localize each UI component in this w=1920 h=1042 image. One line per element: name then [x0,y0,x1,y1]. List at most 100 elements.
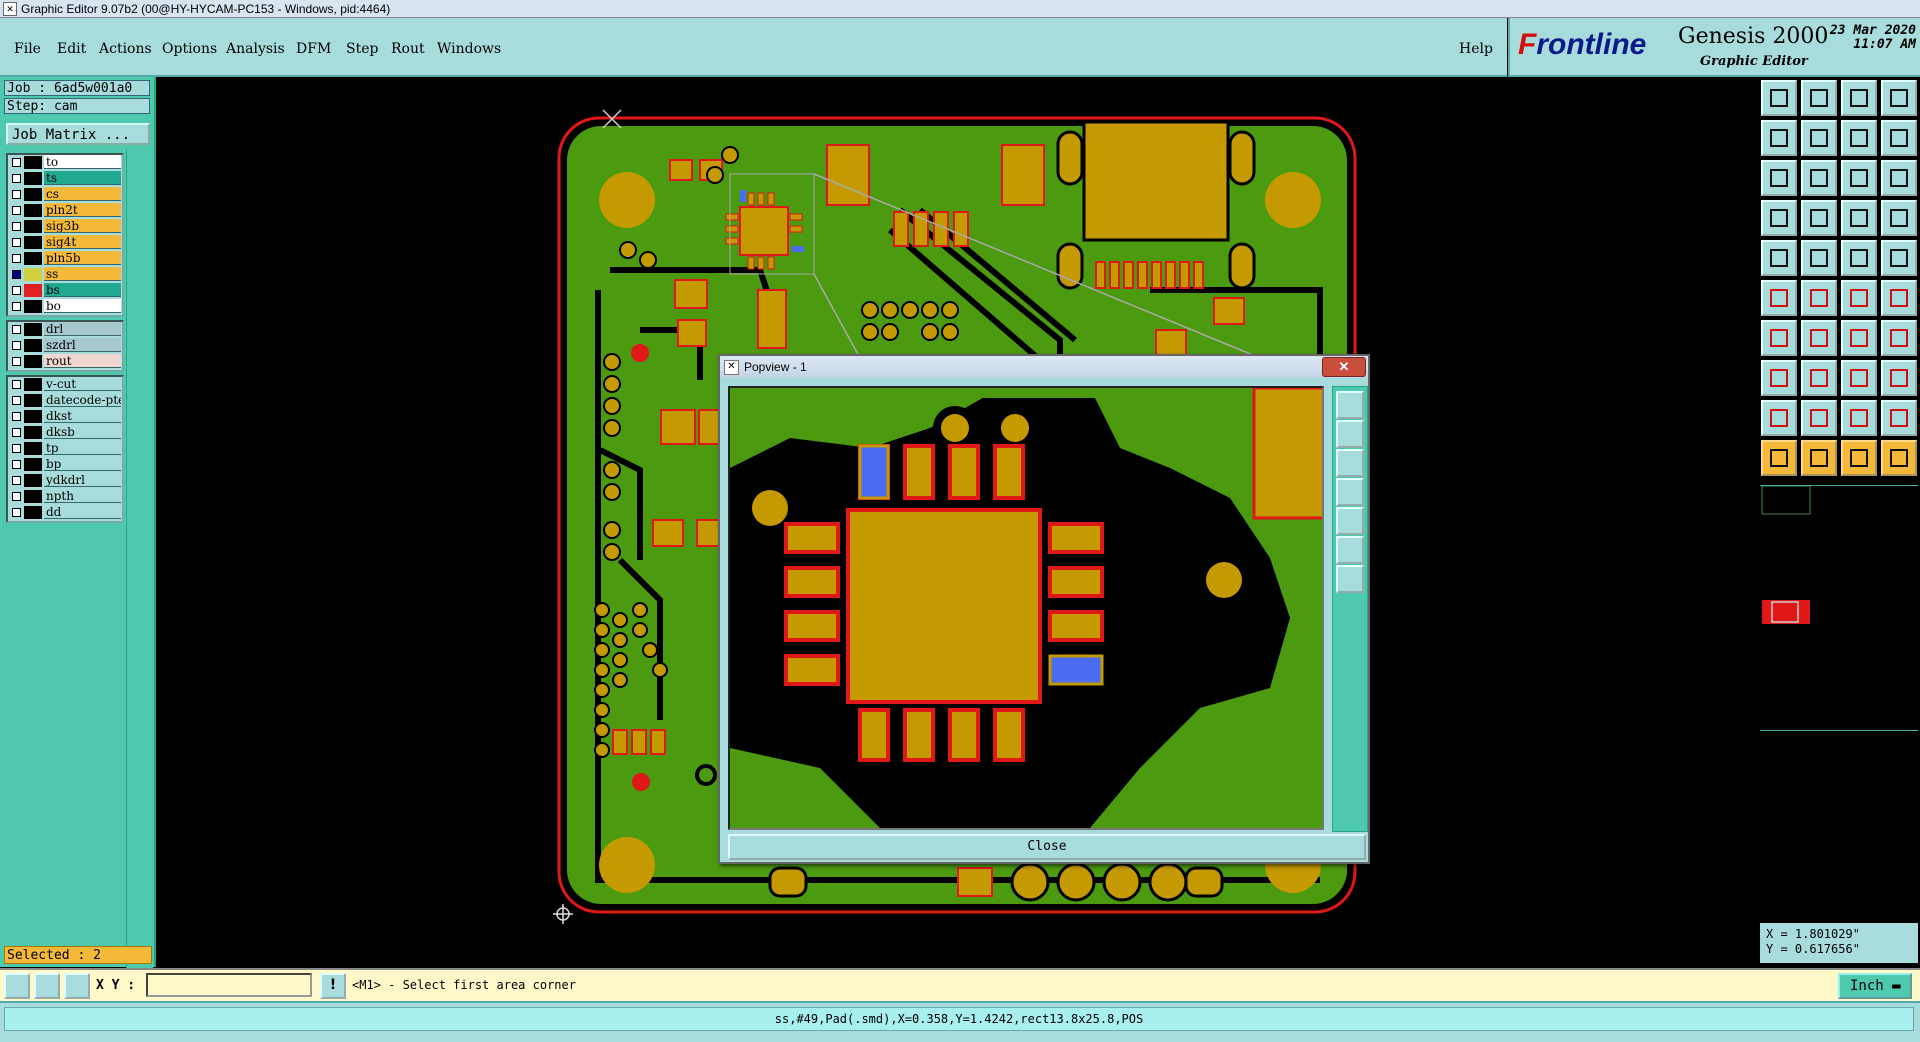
zoom-fit-icon[interactable] [1761,160,1797,196]
rotate-icon[interactable] [1841,320,1877,356]
xy-input[interactable] [146,973,312,997]
layer-name[interactable]: dksb [44,425,121,439]
layer-affected-swatch[interactable] [24,268,42,281]
layer-affected-swatch[interactable] [24,474,42,487]
layer-row-ydkdrl[interactable]: ydkdrl [8,473,122,489]
pan-left-icon[interactable] [1336,478,1364,506]
popview-close-button[interactable]: Close [728,834,1366,860]
layer-affected-swatch[interactable] [24,355,42,368]
layer-row-bs[interactable]: bs [8,283,122,299]
select-net-icon[interactable] [1801,440,1837,476]
layer-out-icon[interactable] [1801,120,1837,156]
pan-down-icon[interactable] [1336,449,1364,477]
layer-name[interactable]: dd [44,505,121,519]
layer-name[interactable]: sig4t [44,235,121,249]
help-icon[interactable] [1881,160,1917,196]
layer-checkbox[interactable] [12,341,21,350]
layer-row-datecode-pte[interactable]: datecode-pte [8,393,122,409]
menu-file[interactable]: File [14,41,41,57]
copy-icon[interactable] [1841,280,1877,316]
layer-affected-swatch[interactable] [24,172,42,185]
select-icon[interactable] [1761,440,1797,476]
pattern-icon[interactable] [1881,320,1917,356]
layer-name[interactable]: cs [44,187,121,201]
snap-mode-icon[interactable] [4,973,30,999]
triangle-icon[interactable] [1761,400,1797,436]
layer-row-npth[interactable]: npth [8,489,122,505]
layer-checkbox[interactable] [12,412,21,421]
layer-row-drl[interactable]: drl [8,322,122,338]
layer-row-v-cut[interactable]: v-cut [8,377,122,393]
open-step-icon[interactable] [1761,80,1797,116]
popview-title-bar[interactable]: ✕ Popview - 1 ✕ [720,356,1368,378]
menu-dfm[interactable]: DFM [296,41,331,57]
resize-icon[interactable] [1841,360,1877,396]
layer-affected-swatch[interactable] [24,490,42,503]
scale-icon[interactable] [1841,160,1877,196]
popview-close-icon[interactable]: ✕ [1322,357,1366,377]
layer-name[interactable]: dkst [44,409,121,423]
layer-name[interactable]: to [44,155,121,169]
layer-name[interactable]: pln2t [44,203,121,217]
layer-checkbox[interactable] [12,158,21,167]
layer-affected-swatch[interactable] [24,339,42,352]
polygon-icon[interactable] [1801,400,1837,436]
layer-checkbox[interactable] [12,428,21,437]
layer-name[interactable]: sig3b [44,219,121,233]
layer-checkbox[interactable] [12,325,21,334]
layer-name[interactable]: bo [44,299,121,313]
layer-affected-swatch[interactable] [24,442,42,455]
pad-icon[interactable] [1881,240,1917,276]
layer-affected-swatch[interactable] [24,204,42,217]
delete-icon[interactable] [1801,280,1837,316]
menu-options[interactable]: Options [162,41,217,57]
layer-affected-swatch[interactable] [24,252,42,265]
layer-row-ss[interactable]: ss [8,267,122,283]
mirror-icon[interactable] [1881,280,1917,316]
layer-name[interactable]: pln5b [44,251,121,265]
popview-drawing[interactable] [730,388,1322,828]
layer-name[interactable]: npth [44,489,121,503]
home-icon[interactable] [1841,80,1877,116]
layer-row-pln5b[interactable]: pln5b [8,251,122,267]
layer-affected-swatch[interactable] [24,506,42,519]
layer-name[interactable]: v-cut [44,377,121,391]
layer-checkbox[interactable] [12,380,21,389]
measure-mode-icon[interactable] [34,973,60,999]
layer-row-pln2t[interactable]: pln2t [8,203,122,219]
alert-icon[interactable]: ! [320,973,346,999]
layer-affected-swatch[interactable] [24,458,42,471]
popview-canvas[interactable] [728,386,1324,830]
pan-up-icon[interactable] [1336,420,1364,448]
layer-checkbox[interactable] [12,302,21,311]
layer-name[interactable]: szdrl [44,338,121,352]
ruler-icon[interactable] [1841,240,1877,276]
grid-mode-icon[interactable] [64,973,90,999]
window-icon[interactable] [1881,80,1917,116]
layer-affected-swatch[interactable] [24,426,42,439]
menu-analysis[interactable]: Analysis [226,41,285,57]
menu-edit[interactable]: Edit [57,41,86,57]
move-icon[interactable] [1761,280,1797,316]
layer-checkbox[interactable] [12,476,21,485]
layer-checkbox[interactable] [12,222,21,231]
save-icon[interactable] [1801,80,1837,116]
layer-name[interactable]: drl [44,322,121,336]
arc-icon[interactable] [1801,320,1837,356]
layer-affected-swatch[interactable] [24,156,42,169]
select-zone-icon[interactable] [1881,440,1917,476]
layer-affected-swatch[interactable] [24,220,42,233]
line-icon[interactable] [1761,320,1797,356]
layer-row-dksb[interactable]: dksb [8,425,122,441]
layer-row-rout[interactable]: rout [8,354,122,370]
layer-scrollbar[interactable] [126,149,153,1009]
snap-icon[interactable] [1761,240,1797,276]
layer-name[interactable]: datecode-pte [44,393,121,407]
surface-icon[interactable] [1841,400,1877,436]
layer-checkbox[interactable] [12,270,21,279]
menu-step[interactable]: Step [346,41,378,57]
list-icon[interactable] [1881,120,1917,156]
layer-name[interactable]: bs [44,283,121,297]
group-icon[interactable] [1881,360,1917,396]
layer-affected-swatch[interactable] [24,394,42,407]
